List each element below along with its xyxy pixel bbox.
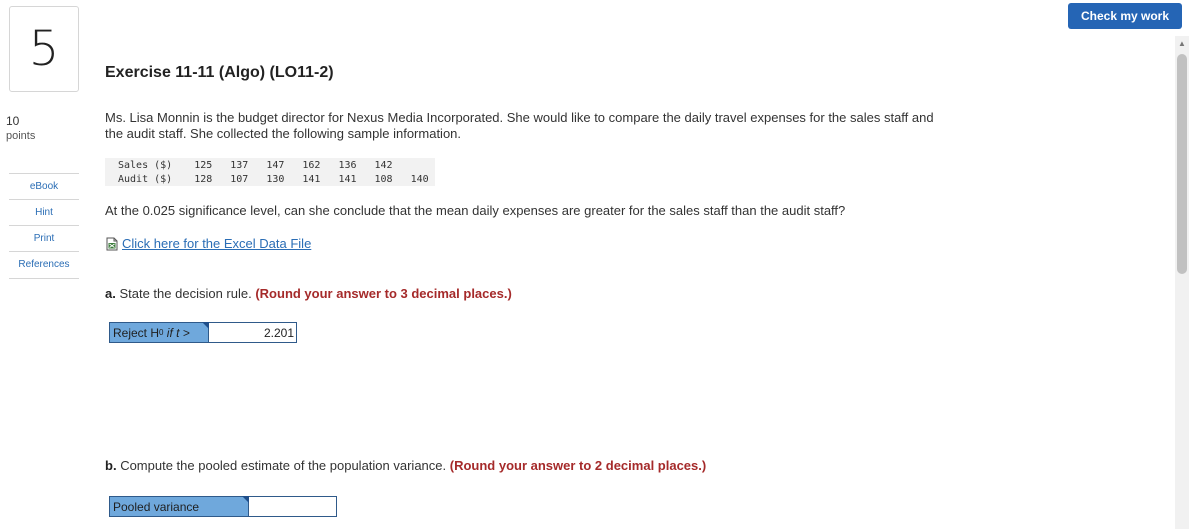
answer-flag-icon: [242, 496, 249, 503]
decision-rule-answer-row: Reject H0 if t >: [109, 322, 297, 343]
answer-flag-icon: [202, 322, 209, 329]
question-text: At the 0.025 significance level, can she…: [105, 203, 846, 218]
part-a-text: State the decision rule.: [119, 286, 252, 301]
table-cell: 108: [374, 173, 393, 185]
scrollbar-thumb[interactable]: [1177, 54, 1187, 274]
pooled-variance-answer-row: Pooled variance: [109, 496, 337, 517]
table-cell: 136: [338, 159, 357, 171]
label-reject-h: Reject H: [113, 325, 160, 340]
pooled-variance-label-text: Pooled variance: [113, 499, 200, 514]
table-cell: 137: [230, 159, 249, 171]
pooled-variance-label: Pooled variance: [110, 496, 249, 516]
part-a-hint: (Round your answer to 3 decimal places.): [255, 286, 512, 301]
pooled-variance-input[interactable]: [248, 497, 336, 516]
exercise-intro: Ms. Lisa Monnin is the budget director f…: [105, 110, 934, 141]
table-cell: 141: [338, 173, 357, 185]
part-a-prompt: a. State the decision rule. (Round your …: [105, 286, 512, 301]
label-if-t: if t >: [163, 325, 190, 340]
sidebar-link-references[interactable]: References: [9, 251, 79, 279]
data-table: Sales ($) 125 137 147 162 136 142 Audit …: [105, 158, 435, 186]
part-b-prefix: b.: [105, 458, 117, 473]
table-row: Audit ($) 128 107 130 141 141 108 140: [105, 172, 435, 186]
decision-rule-input[interactable]: [208, 323, 296, 342]
sidebar-link-ebook[interactable]: eBook: [9, 173, 79, 199]
part-a-prefix: a.: [105, 286, 116, 301]
excel-file-icon: [105, 237, 119, 251]
excel-link-text: Click here for the Excel Data File: [122, 236, 312, 251]
sidebar-link-hint[interactable]: Hint: [9, 199, 79, 225]
table-row: Sales ($) 125 137 147 162 136 142: [105, 158, 435, 172]
question-number: 5: [9, 6, 79, 92]
row-label: Sales ($): [118, 159, 173, 171]
points-value: 10: [6, 114, 20, 128]
points-label: points: [6, 130, 36, 142]
table-cell: [399, 158, 435, 172]
part-b-hint: (Round your answer to 2 decimal places.): [449, 458, 707, 473]
part-b-text: Compute the pooled estimate of the popul…: [120, 458, 447, 473]
exercise-title: Exercise 11-11 (Algo) (LO11-2): [105, 64, 334, 81]
vertical-scrollbar[interactable]: ▲: [1175, 36, 1189, 529]
table-cell: 107: [230, 173, 249, 185]
scroll-up-arrow-icon[interactable]: ▲: [1175, 38, 1189, 50]
sidebar-links: eBook Hint Print References: [9, 173, 79, 279]
table-cell: 140: [410, 173, 429, 185]
table-cell: 142: [374, 159, 393, 171]
decision-rule-label: Reject H0 if t >: [110, 322, 209, 342]
table-cell: 130: [266, 173, 285, 185]
table-cell: 128: [194, 173, 213, 185]
part-b-prompt: b. Compute the pooled estimate of the po…: [105, 458, 706, 473]
excel-data-file-link[interactable]: Click here for the Excel Data File: [105, 236, 311, 251]
table-cell: 147: [266, 159, 285, 171]
sidebar-link-print[interactable]: Print: [9, 225, 79, 251]
question-number-text: 5: [28, 21, 60, 77]
row-label: Audit ($): [118, 173, 173, 185]
table-cell: 125: [194, 159, 213, 171]
table-cell: 141: [302, 173, 321, 185]
check-my-work-button[interactable]: Check my work: [1068, 3, 1182, 29]
table-cell: 162: [302, 159, 321, 171]
